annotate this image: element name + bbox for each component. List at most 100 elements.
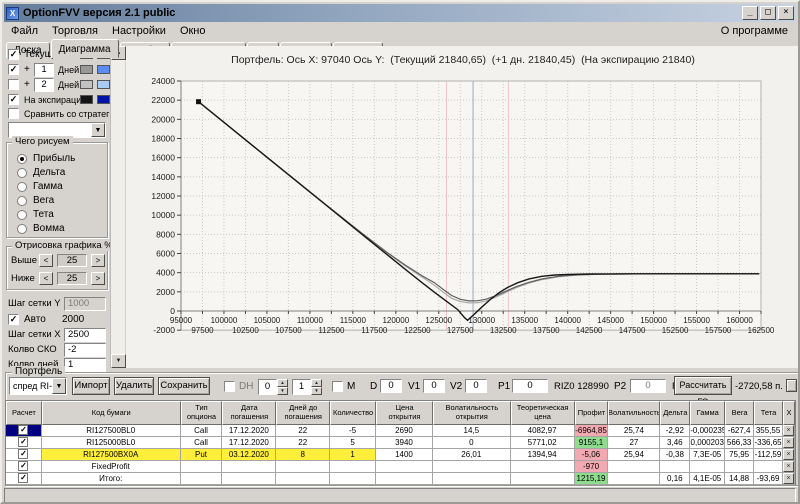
row-delete-button[interactable]: ×	[783, 473, 794, 484]
column-header-5[interactable]: Количество	[330, 401, 377, 425]
column-header-3[interactable]: Дата погашения	[222, 401, 277, 425]
plus1-color-swatch-1[interactable]	[80, 65, 93, 74]
row-delete-button[interactable]: ×	[783, 437, 794, 448]
spinner-down-icon[interactable]: ▼	[311, 387, 322, 395]
calc-cell: ✓	[6, 425, 42, 437]
column-header-1[interactable]: Код бумаги	[41, 401, 181, 425]
sidebar-scrollbar[interactable]: ▲ ▼	[110, 46, 126, 368]
plus1-checkbox[interactable]: ✓	[8, 64, 19, 75]
radio-Вега[interactable]	[17, 196, 27, 206]
chevron-down-icon[interactable]: ▼	[91, 123, 105, 137]
above-increment-button[interactable]: >	[91, 254, 105, 267]
d-input[interactable]: 0	[380, 379, 402, 393]
menu-item-Торговля[interactable]: Торговля	[45, 24, 105, 38]
column-header-7[interactable]: Волатильность открытия	[432, 401, 511, 425]
m-checkbox[interactable]	[332, 381, 343, 392]
radio-Тета[interactable]	[17, 210, 27, 220]
compare-strategy-checkbox[interactable]	[8, 108, 19, 119]
radio-Дельта[interactable]	[17, 168, 27, 178]
above-value[interactable]: 25	[57, 254, 87, 267]
plus2-color-swatch-1[interactable]	[80, 80, 93, 89]
row-delete-button[interactable]: ×	[783, 425, 794, 436]
sko-count-input[interactable]: -2	[64, 343, 106, 357]
plus2-days-input[interactable]: 2	[34, 78, 54, 92]
column-header-14[interactable]: Тета	[754, 401, 784, 425]
column-header-2[interactable]: Тип опциона	[180, 401, 223, 425]
v2-input[interactable]: 0	[465, 379, 487, 393]
column-header-0[interactable]: Расчет	[6, 401, 42, 425]
below-decrement-button[interactable]: <	[39, 272, 53, 285]
maximize-button[interactable]: □	[760, 6, 776, 20]
delete-button[interactable]: Удалить	[114, 377, 154, 395]
dh-checkbox[interactable]	[224, 381, 235, 392]
column-header-12[interactable]: Гамма	[690, 401, 726, 425]
menu-item-Окно[interactable]: Окно	[173, 24, 213, 38]
menu-item-Файл[interactable]: Файл	[4, 24, 45, 38]
below-value[interactable]: 25	[57, 272, 87, 285]
plus1-color-swatch-2[interactable]	[97, 65, 110, 74]
radio-Гамма[interactable]	[17, 182, 27, 192]
radio-label-Вомма: Вомма	[33, 223, 65, 234]
column-header-13[interactable]: Вега	[725, 401, 755, 425]
save-button[interactable]: Сохранить	[158, 377, 210, 395]
current-checkbox[interactable]: ✓	[8, 49, 19, 60]
column-header-8[interactable]: Теоретическая цена	[510, 401, 575, 425]
row-checkbox[interactable]: ✓	[18, 425, 29, 435]
row-delete-button[interactable]: ×	[783, 449, 794, 460]
grid-step-y-input[interactable]: 1000	[64, 297, 106, 311]
auto-checkbox[interactable]: ✓	[8, 314, 19, 325]
expiration-color-swatch-1[interactable]	[80, 95, 93, 104]
cell: 4082,97	[510, 425, 575, 437]
close-button[interactable]: ×	[778, 6, 794, 20]
preset-combobox[interactable]: спред RI-2 ▼	[9, 377, 67, 395]
spinner-up-icon[interactable]: ▲	[311, 379, 322, 387]
p1-input[interactable]: 0	[512, 379, 548, 393]
dh-spinner-2[interactable]: 1 ▲ ▼	[292, 379, 322, 395]
portfolio-chart[interactable]: -2000 0 2000 4000 6000 8000 10000 12000 14000 160…	[126, 60, 798, 366]
spinner-up-icon[interactable]: ▲	[277, 379, 288, 387]
column-header-6[interactable]: Цена открытия	[376, 401, 433, 425]
expiration-checkbox[interactable]: ✓	[8, 94, 19, 105]
column-header-10[interactable]: Волатильность	[608, 401, 661, 425]
row-checkbox[interactable]: ✓	[18, 461, 29, 471]
spinner-down-icon[interactable]: ▼	[277, 387, 288, 395]
row-delete-button[interactable]: ×	[783, 461, 794, 472]
grid-step-x-input[interactable]: 2500	[64, 328, 106, 342]
minimize-button[interactable]: _	[742, 6, 758, 20]
x-tick-label: 160000	[726, 316, 753, 325]
plus1-days-input[interactable]: 1	[34, 63, 54, 77]
below-increment-button[interactable]: >	[91, 272, 105, 285]
row-checkbox[interactable]: ✓	[18, 473, 29, 483]
chevron-down-icon[interactable]: ▼	[52, 378, 66, 394]
cell: 0	[432, 437, 511, 449]
calc-go-button[interactable]: Рассчитать ГО	[674, 376, 732, 407]
column-header-9[interactable]: Профит	[574, 401, 609, 425]
plus2-checkbox[interactable]	[8, 79, 19, 90]
menu-item-Настройки[interactable]: Настройки	[105, 24, 173, 38]
plus2-color-swatch-2[interactable]	[97, 80, 110, 89]
tab-Диаграмма[interactable]: Диаграмма	[50, 39, 119, 58]
dh-spinner-1[interactable]: 0 ▲ ▼	[258, 379, 288, 395]
row-checkbox[interactable]: ✓	[18, 437, 29, 447]
column-header-4[interactable]: Дней до погашения	[276, 401, 331, 425]
cell: -627,4	[725, 425, 755, 437]
import-button[interactable]: Импорт	[72, 377, 110, 395]
p2-input[interactable]: 0	[630, 379, 666, 393]
radio-Вомма[interactable]	[17, 224, 27, 234]
x-tick-label: 127500	[447, 326, 474, 335]
expiration-color-swatch-2[interactable]	[97, 95, 110, 104]
table-row: ✓ Итого: 1215,19 0,16 4,1E-05 14,88 -93,69 ×	[6, 473, 795, 485]
column-header-15[interactable]: X	[783, 401, 795, 425]
row-checkbox[interactable]: ✓	[18, 449, 29, 459]
column-header-11[interactable]: Дельта	[660, 401, 691, 425]
mini-button[interactable]	[786, 379, 797, 392]
dh-spinner-2-value[interactable]: 1	[292, 379, 311, 395]
scroll-down-icon[interactable]: ▼	[111, 354, 126, 368]
radio-Прибыль[interactable]	[17, 154, 27, 164]
days-count-input[interactable]: 1	[64, 358, 106, 372]
menu-item-about[interactable]: О программе	[713, 24, 796, 38]
above-decrement-button[interactable]: <	[39, 254, 53, 267]
v1-input[interactable]: 0	[423, 379, 445, 393]
dh-spinner-1-value[interactable]: 0	[258, 379, 277, 395]
cell: 25,74	[608, 425, 661, 437]
